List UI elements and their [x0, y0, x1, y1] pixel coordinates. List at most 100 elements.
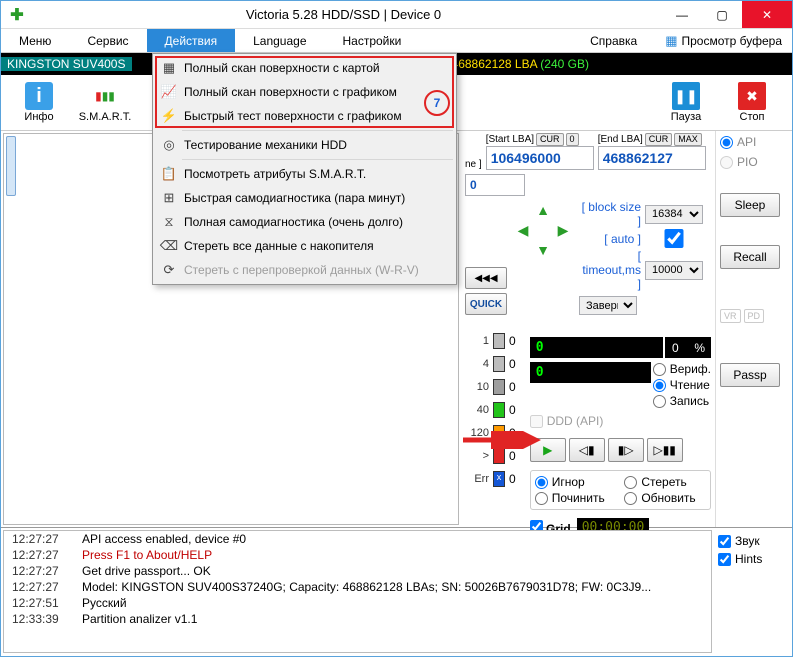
side-panel: API PIO Sleep Recall VRPD Passp — [715, 131, 789, 527]
buffer-icon: ▦ — [665, 33, 677, 49]
map-tab[interactable] — [6, 136, 16, 196]
stop-button[interactable]: ✖ Стоп — [720, 77, 784, 129]
end-lba-input[interactable] — [598, 146, 706, 170]
bolt-icon: ⚡ — [158, 108, 180, 124]
dd-quick-selftest[interactable]: ⊞Быстрая самодиагностика (пара минут) — [154, 186, 455, 210]
timeout-select[interactable]: 10000 — [645, 261, 703, 280]
log-row: 12:33:39Partition analizer v1.1 — [4, 611, 711, 627]
close-button[interactable]: ✕ — [742, 1, 792, 28]
recall-button[interactable]: Recall — [720, 245, 780, 269]
nav-left[interactable]: ◀ — [513, 220, 533, 240]
grid-icon: ▦ — [158, 60, 180, 76]
auto-checkbox[interactable] — [645, 229, 703, 248]
threshold-row: >0 — [465, 448, 516, 464]
stop-icon: ✖ — [738, 82, 766, 110]
nav-prev-group[interactable]: ◀◀◀ — [465, 267, 507, 289]
play-button[interactable]: ▶ — [530, 438, 566, 462]
medkit-icon: ⊞ — [158, 190, 180, 206]
erase-icon: ⌫ — [158, 238, 180, 254]
maximize-button[interactable]: ▢ — [702, 1, 742, 28]
pause-icon: ❚❚ — [672, 82, 700, 110]
log-row: 12:27:27Model: KINGSTON SUV400S37240G; C… — [4, 579, 711, 595]
nav-right[interactable]: ▶ — [553, 220, 573, 240]
step-back-button[interactable]: ◁▮ — [569, 438, 605, 462]
jump-input[interactable] — [465, 174, 525, 196]
log-row: 12:27:27Get drive passport... OK — [4, 563, 711, 579]
start-zero-button[interactable]: 0 — [566, 133, 579, 146]
hourglass-icon: ⧖ — [158, 214, 180, 230]
dd-full-selftest[interactable]: ⧖Полная самодиагностика (очень долго) — [154, 210, 455, 234]
start-lba-input[interactable] — [486, 146, 594, 170]
api-radio[interactable]: API — [720, 135, 785, 149]
dd-quick-scan-graph[interactable]: ⚡Быстрый тест поверхности с графиком — [154, 104, 455, 128]
nav-pad: ▲ ▼ ◀ ▶ — [513, 200, 573, 260]
disc-icon: ◎ — [158, 137, 180, 153]
end-cur-button[interactable]: CUR — [645, 133, 673, 146]
title-bar: ✚ Victoria 5.28 HDD/SSD | Device 0 — ▢ ✕ — [1, 1, 792, 29]
start-cur-button[interactable]: CUR — [536, 133, 564, 146]
menu-main[interactable]: Меню — [1, 29, 69, 52]
mode-verify[interactable]: Вериф. — [653, 362, 711, 376]
smart-tab[interactable]: ▮▮▮ S.M.A.R.T. — [73, 77, 137, 129]
remap-refresh[interactable]: Обновить — [624, 491, 706, 505]
pio-radio[interactable]: PIO — [720, 155, 785, 169]
dd-view-smart[interactable]: 📋Посмотреть атрибуты S.M.A.R.T. — [154, 162, 455, 186]
dd-full-scan-graph[interactable]: 📈Полный скан поверхности с графиком — [154, 80, 455, 104]
menu-help[interactable]: Справка — [572, 29, 655, 52]
menu-actions[interactable]: Действия — [147, 29, 236, 52]
hints-checkbox[interactable]: Hints — [718, 552, 788, 566]
speed-readout: 0 — [530, 337, 663, 358]
ddd-checkbox — [530, 415, 543, 428]
vr-badge: VR — [720, 309, 741, 323]
mode-write[interactable]: Запись — [653, 394, 711, 408]
passp-button[interactable]: Passp — [720, 363, 780, 387]
menu-bar: Меню Сервис Действия Language Настройки … — [1, 29, 792, 53]
test-panel: ne ] [Start LBA]CUR0 [End LBA]CURMAX ◀◀◀… — [461, 131, 715, 527]
smart-icon: ▮▮▮ — [91, 82, 119, 110]
step-fwd-button[interactable]: ▮▷ — [608, 438, 644, 462]
info-tab[interactable]: i Инфо — [7, 77, 71, 129]
dd-full-scan-map[interactable]: ▦Полный скан поверхности с картой — [154, 56, 455, 80]
threshold-row: Errx0 — [465, 471, 516, 487]
log-row: 12:27:51Русский — [4, 595, 711, 611]
pd-badge: PD — [744, 309, 765, 323]
threshold-row: 100 — [465, 379, 516, 395]
sleep-button[interactable]: Sleep — [720, 193, 780, 217]
nav-up[interactable]: ▲ — [533, 200, 553, 220]
log-row: 12:27:27Press F1 to About/HELP — [4, 547, 711, 563]
clipboard-icon: 📋 — [158, 166, 180, 182]
end-action-select[interactable]: Завершить — [579, 296, 637, 315]
threshold-row: 10 — [465, 333, 516, 349]
block-size-select[interactable]: 16384 — [645, 205, 703, 224]
menu-language[interactable]: Language — [235, 29, 324, 52]
info-icon: i — [25, 82, 53, 110]
skip-button[interactable]: ▷▮▮ — [647, 438, 683, 462]
threshold-row: 400 — [465, 402, 516, 418]
dd-test-mechanics[interactable]: ◎Тестирование механики HDD — [154, 133, 455, 157]
end-max-button[interactable]: MAX — [674, 133, 702, 146]
drive-capacity: 468862128 LBA (240 GB) — [452, 57, 589, 71]
remap-fix[interactable]: Починить — [535, 491, 617, 505]
pause-button[interactable]: ❚❚ Пауза — [654, 77, 718, 129]
sound-checkbox[interactable]: Звук — [718, 534, 788, 548]
view-buffer-label: Просмотр буфера — [681, 34, 782, 48]
threshold-row: 40 — [465, 356, 516, 372]
verify-erase-icon: ⟳ — [158, 262, 180, 278]
remap-ignore[interactable]: Игнор — [535, 475, 617, 489]
threshold-row: 1200 — [465, 425, 516, 441]
latency-legend: 10 40 100 400 1200 >0 Errx0 — [465, 333, 516, 537]
window-title: Victoria 5.28 HDD/SSD | Device 0 — [25, 7, 662, 22]
dd-erase-wrv: ⟳Стереть с перепроверкой данных (W-R-V) — [154, 258, 455, 282]
nav-down[interactable]: ▼ — [533, 240, 553, 260]
remap-erase[interactable]: Стереть — [624, 475, 706, 489]
menu-settings[interactable]: Настройки — [325, 29, 420, 52]
menu-service[interactable]: Сервис — [69, 29, 146, 52]
mode-read[interactable]: Чтение — [653, 378, 711, 392]
dd-erase-all[interactable]: ⌫Стереть все данные с накопителя — [154, 234, 455, 258]
app-icon: ✚ — [9, 7, 25, 23]
view-buffer-button[interactable]: ▦ Просмотр буфера — [655, 29, 792, 52]
log-area[interactable]: 12:27:27API access enabled, device #012:… — [3, 530, 712, 653]
minimize-button[interactable]: — — [662, 1, 702, 28]
quick-button[interactable]: QUICK — [465, 293, 507, 315]
done-readout: 0 — [530, 362, 651, 383]
